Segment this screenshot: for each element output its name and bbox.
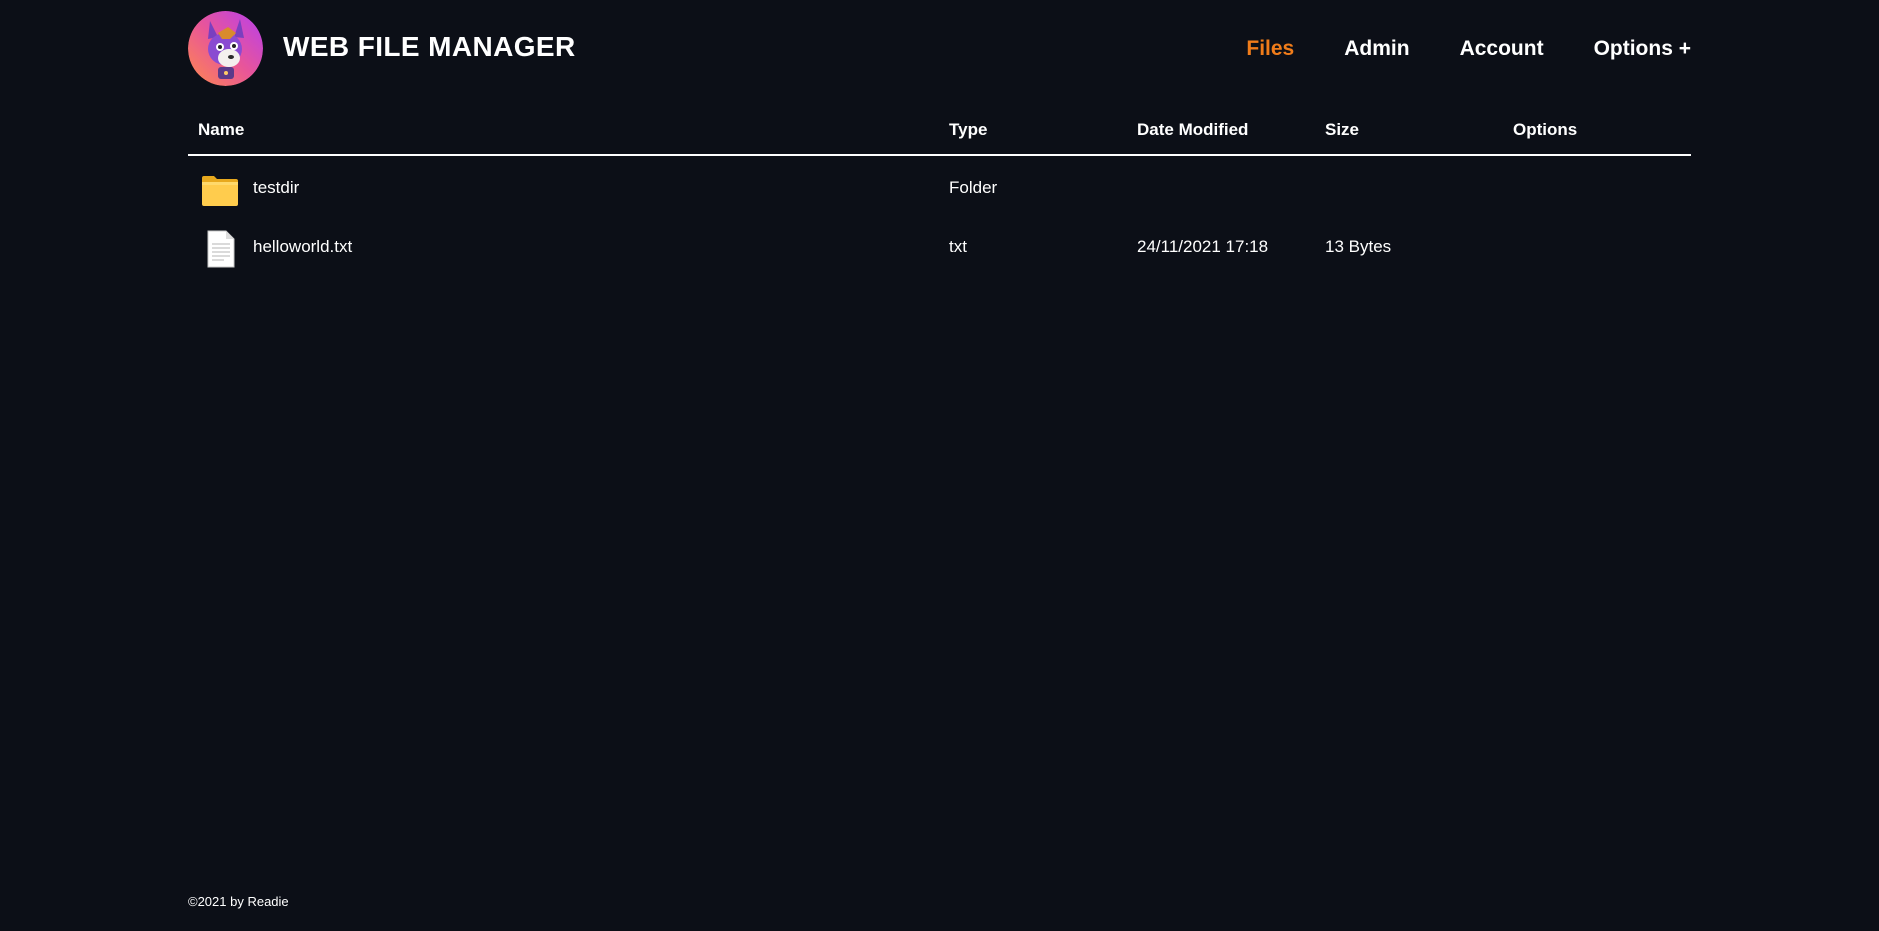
- nav-options[interactable]: Options +: [1594, 37, 1691, 61]
- column-header-size[interactable]: Size: [1325, 120, 1359, 140]
- page: WEB FILE MANAGER Files Admin Account Opt…: [0, 0, 1879, 931]
- table-header: Name Type Date Modified Size Options: [188, 112, 1691, 156]
- main-nav: Files Admin Account Options +: [1246, 37, 1691, 61]
- file-size: 13 Bytes: [1325, 237, 1392, 256]
- file-type: txt: [949, 237, 967, 256]
- folder-icon: [200, 170, 240, 210]
- nav-admin[interactable]: Admin: [1344, 37, 1409, 61]
- file-date-modified: 24/11/2021 17:18: [1137, 237, 1269, 256]
- column-header-type[interactable]: Type: [949, 120, 987, 140]
- file-type: Folder: [949, 178, 998, 197]
- site-title: WEB FILE MANAGER: [283, 31, 576, 62]
- nav-files[interactable]: Files: [1246, 37, 1294, 61]
- column-header-date-modified[interactable]: Date Modified: [1137, 120, 1248, 140]
- text-file-icon: [200, 229, 240, 269]
- avatar[interactable]: [188, 11, 263, 86]
- column-header-options: Options: [1513, 120, 1578, 139]
- table-row[interactable]: helloworld.txt txt 24/11/2021 17:18 13 B…: [188, 221, 1691, 280]
- file-name[interactable]: testdir: [253, 178, 299, 198]
- header: WEB FILE MANAGER Files Admin Account Opt…: [188, 11, 1691, 87]
- file-table: Name Type Date Modified Size Options tes…: [188, 112, 1691, 280]
- footer-copyright: ©2021 by Readie: [188, 894, 289, 909]
- file-name[interactable]: helloworld.txt: [253, 237, 352, 257]
- column-header-name[interactable]: Name: [198, 120, 244, 140]
- table-row[interactable]: testdir Folder: [188, 162, 1691, 221]
- nav-account[interactable]: Account: [1460, 37, 1544, 61]
- fox-avatar-icon: [188, 11, 263, 86]
